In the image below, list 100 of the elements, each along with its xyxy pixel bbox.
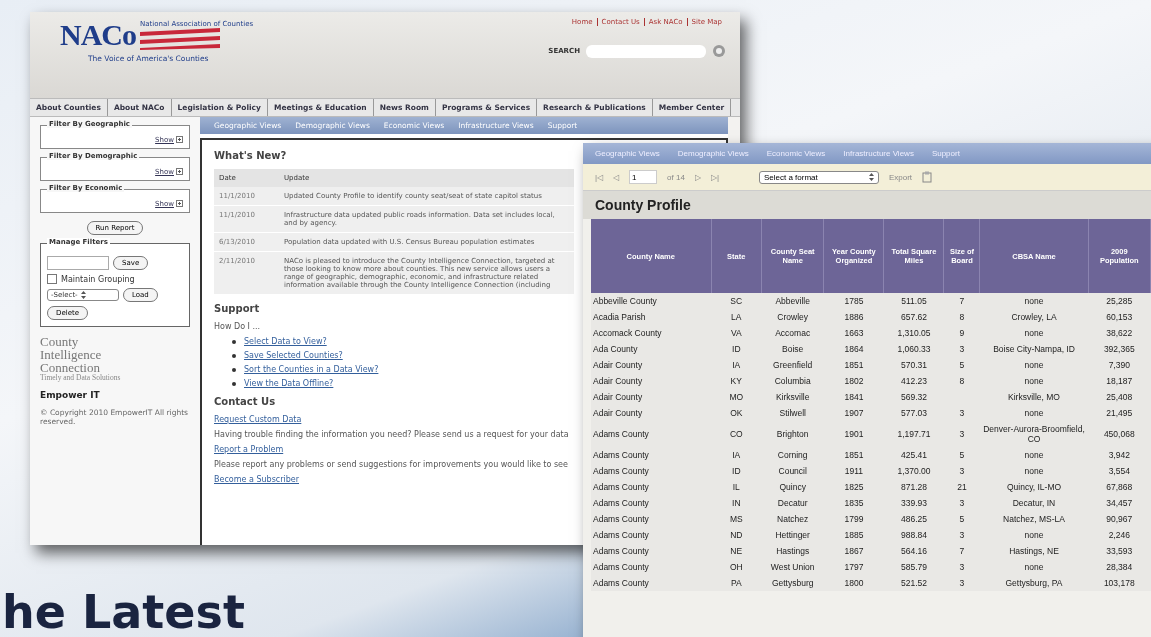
table-cell: 5 <box>943 357 980 373</box>
table-cell: 60,153 <box>1088 309 1151 325</box>
table-cell: Boise <box>761 341 824 357</box>
table-cell: 1886 <box>823 309 884 325</box>
format-select[interactable]: Select a format <box>758 170 879 184</box>
table-cell: Stilwell <box>761 405 824 421</box>
brand-logo-text: Intelligence <box>40 348 103 361</box>
table-cell: 3 <box>943 421 980 447</box>
table-cell: PA <box>711 575 762 591</box>
table-cell: Adams County <box>591 527 712 543</box>
previous-page-button[interactable]: ◁ <box>613 172 620 182</box>
expand-icon[interactable] <box>176 200 183 207</box>
table-cell: 1799 <box>823 511 884 527</box>
table-cell: Crowley <box>761 309 824 325</box>
table-cell: Abbeville County <box>591 293 712 309</box>
headline: he Latest <box>2 588 245 636</box>
table-cell: none <box>980 447 1089 463</box>
table-cell: none <box>980 293 1089 309</box>
table-cell: none <box>980 357 1089 373</box>
stepper-arrows-icon[interactable] <box>80 291 86 300</box>
filter-name-field[interactable] <box>47 256 109 270</box>
checkbox[interactable] <box>47 274 57 284</box>
table-cell: 521.52 <box>883 575 944 591</box>
contact-link[interactable]: Request Custom Data <box>214 415 302 424</box>
first-page-button[interactable]: |◁ <box>595 172 604 182</box>
table-cell: 8 <box>943 373 980 389</box>
table-cell: 1,060.33 <box>883 341 944 357</box>
logo-wordmark: NACo <box>60 18 136 52</box>
table-cell: Crowley, LA <box>980 309 1089 325</box>
table-cell: 7,390 <box>1088 357 1151 373</box>
table-cell: Decatur <box>761 495 824 511</box>
export-link[interactable]: Export <box>888 172 913 182</box>
checkbox-label: Maintain Grouping <box>61 274 135 284</box>
table-cell: 585.79 <box>883 559 944 575</box>
table-cell: IL <box>711 479 762 495</box>
table-cell: Gettysburg <box>761 575 824 591</box>
help-link[interactable]: Save Selected Counties? <box>244 351 343 360</box>
table-cell: Adams County <box>591 559 712 575</box>
table-cell: 3,942 <box>1088 447 1151 463</box>
table-cell: 988.84 <box>883 527 944 543</box>
last-page-button[interactable]: ▷| <box>710 172 719 182</box>
table-cell: Adams County <box>591 479 712 495</box>
help-link[interactable]: View the Data Offline? <box>244 379 334 388</box>
expand-icon[interactable] <box>176 136 183 143</box>
bullet-icon <box>232 381 236 386</box>
table-cell: 33,593 <box>1088 543 1151 559</box>
stepper-arrows-icon[interactable] <box>868 172 874 181</box>
table-cell: KY <box>711 373 762 389</box>
table-cell: Boise City-Nampa, ID <box>980 341 1089 357</box>
table-cell: Hettinger <box>761 527 824 543</box>
table-cell: 871.28 <box>883 479 944 495</box>
next-page-button[interactable]: ▷ <box>694 172 701 182</box>
table-cell: 1,310.05 <box>883 325 944 341</box>
table-cell: 21,495 <box>1088 405 1151 421</box>
table-cell: Adams County <box>591 421 712 447</box>
table-cell: ND <box>711 527 762 543</box>
table-cell: 2,246 <box>1088 527 1151 543</box>
table-cell: Kirksville, MO <box>980 389 1089 405</box>
contact-link[interactable]: Report a Problem <box>214 445 284 454</box>
table-cell: Columbia <box>761 373 824 389</box>
table-cell: 3 <box>943 463 980 479</box>
table-cell: 1911 <box>823 463 884 479</box>
table-cell: 5 <box>943 447 980 463</box>
clipboard-icon[interactable] <box>922 171 933 183</box>
table-cell: 1907 <box>823 405 884 421</box>
table-cell: Decatur, IN <box>980 495 1089 511</box>
table-cell: 1841 <box>823 389 884 405</box>
page-field[interactable]: 1 <box>629 170 658 184</box>
brand-logo-text: County <box>40 335 80 348</box>
expand-icon[interactable] <box>176 168 183 175</box>
table-cell: 1800 <box>823 575 884 591</box>
contact-link[interactable]: Become a Subscriber <box>214 475 299 484</box>
table-cell: Denver-Aurora-Broomfield, CO <box>980 421 1089 447</box>
table-cell: CO <box>711 421 762 447</box>
table-cell: Greenfield <box>761 357 824 373</box>
section-heading: What's New? <box>214 150 287 161</box>
table-cell: 103,178 <box>1088 575 1151 591</box>
brand-logo-text: Connection <box>40 361 100 374</box>
table-cell: 3,554 <box>1088 463 1151 479</box>
table-cell: Gettysburg, PA <box>980 575 1089 591</box>
table-cell: none <box>980 559 1089 575</box>
search-field[interactable] <box>586 44 706 58</box>
table-cell: Adair County <box>591 357 712 373</box>
help-link[interactable]: Sort the Counties in a Data View? <box>244 365 379 374</box>
table-cell: 392,365 <box>1088 341 1151 357</box>
table-cell: 3 <box>943 559 980 575</box>
table-cell: 1663 <box>823 325 884 341</box>
table-cell: 1851 <box>823 357 884 373</box>
table-cell: 5 <box>943 511 980 527</box>
support-intro: How Do I ... <box>214 322 261 331</box>
report-title: County Profile <box>583 191 1151 219</box>
help-link[interactable]: Select Data to View? <box>244 337 327 346</box>
table-cell: none <box>980 405 1089 421</box>
table-cell: IA <box>711 357 762 373</box>
table-cell: Adair County <box>591 373 712 389</box>
table-cell: 34,457 <box>1088 495 1151 511</box>
table-cell: ID <box>711 463 762 479</box>
table-cell: 1,370.00 <box>883 463 944 479</box>
table-cell: 564.16 <box>883 543 944 559</box>
table-cell: 3 <box>943 575 980 591</box>
